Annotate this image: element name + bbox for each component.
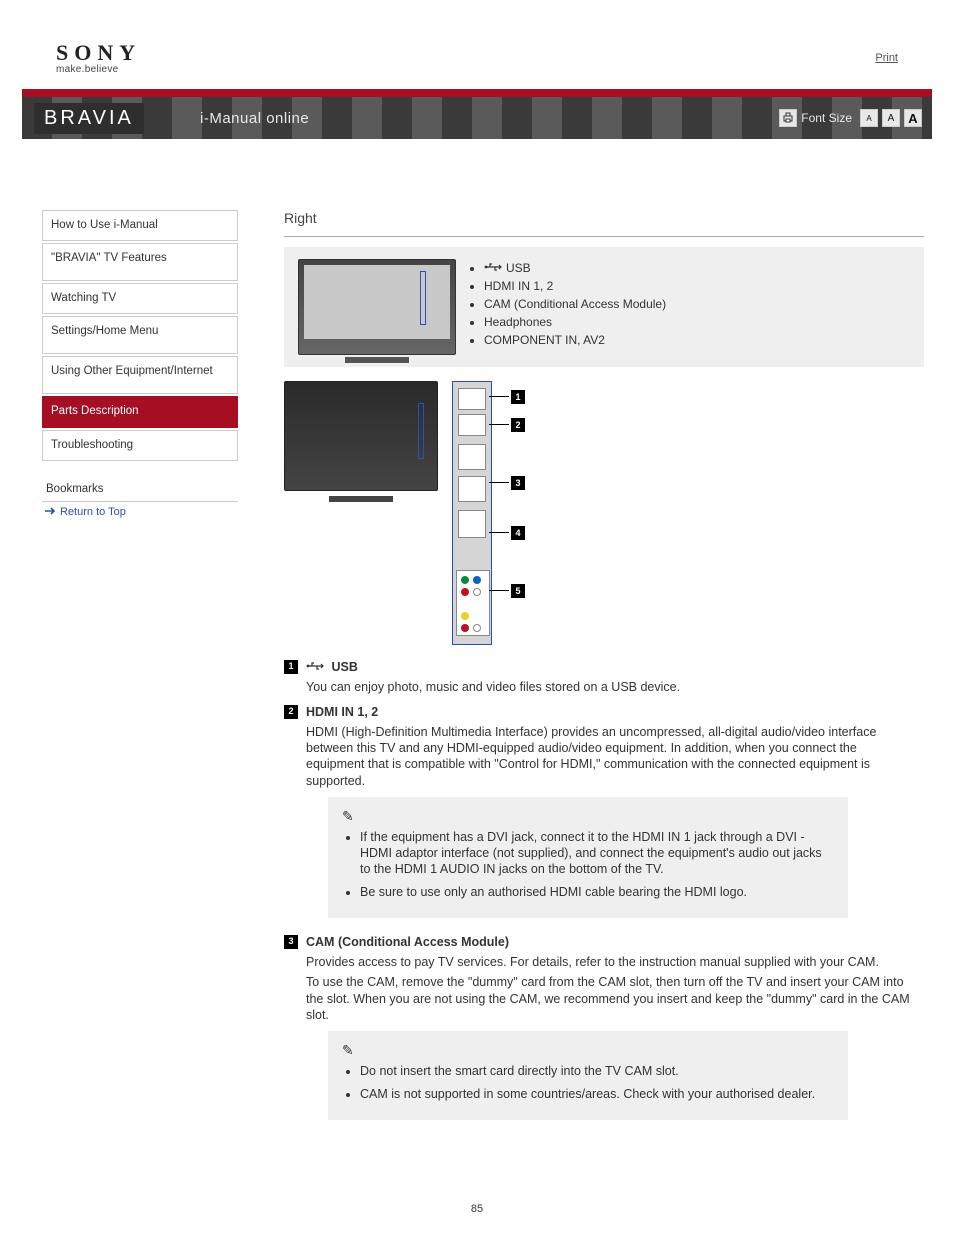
nav-troubleshooting[interactable]: Troubleshooting bbox=[42, 430, 238, 461]
print-icon[interactable] bbox=[779, 109, 797, 127]
note-item: CAM is not supported in some countries/a… bbox=[360, 1086, 834, 1102]
return-to-top-label: Return to Top bbox=[60, 506, 126, 518]
port-marker-1: 1 bbox=[511, 390, 525, 404]
side-port-strip: 1 2 3 4 5 bbox=[452, 381, 492, 645]
note-item: Be sure to use only an authorised HDMI c… bbox=[360, 884, 834, 900]
sidebar-nav: How to Use i-Manual "BRAVIA" TV Features… bbox=[42, 210, 238, 522]
note-box-cam: ✎ Do not insert the smart card directly … bbox=[328, 1031, 848, 1120]
page-number: 85 bbox=[471, 1203, 483, 1215]
def-number-3: 3 bbox=[284, 935, 298, 949]
def-text-cam-2: To use the CAM, remove the "dummy" card … bbox=[306, 974, 916, 1023]
port-marker-5: 5 bbox=[511, 584, 525, 598]
port-list-item: Headphones bbox=[484, 313, 666, 331]
def-label-usb: USB bbox=[331, 660, 357, 674]
def-text-usb: You can enjoy photo, music and video fil… bbox=[306, 679, 916, 695]
port-marker-2: 2 bbox=[511, 418, 525, 432]
def-label-hdmi: HDMI IN 1, 2 bbox=[306, 705, 378, 719]
heading-divider bbox=[284, 236, 924, 237]
def-text-hdmi: HDMI (High-Definition Multimedia Interfa… bbox=[306, 724, 916, 789]
font-size-medium[interactable]: A bbox=[882, 109, 900, 127]
title-bar: BRAVIA i-Manual online Font Size A A A bbox=[22, 89, 932, 139]
arrow-right-icon bbox=[44, 506, 60, 518]
def-number-1: 1 bbox=[284, 660, 298, 674]
definition-cam: 3 CAM (Conditional Access Module) Provid… bbox=[284, 934, 924, 1128]
port-overview-list: USB HDMI IN 1, 2 CAM (Conditional Access… bbox=[484, 259, 666, 349]
note-item: If the equipment has a DVI jack, connect… bbox=[360, 829, 834, 878]
tv-front-illustration bbox=[298, 259, 456, 355]
def-number-2: 2 bbox=[284, 705, 298, 719]
rear-panel-block: 1 2 3 4 5 bbox=[284, 381, 924, 645]
nav-settings-home[interactable]: Settings/Home Menu bbox=[42, 316, 238, 354]
guide-title: i-Manual online bbox=[200, 110, 309, 127]
nav-parts-description[interactable]: Parts Description bbox=[42, 396, 238, 427]
usb-icon bbox=[484, 259, 502, 277]
def-label-cam: CAM (Conditional Access Module) bbox=[306, 935, 509, 949]
bookmarks-heading: Bookmarks bbox=[42, 477, 238, 502]
usb-icon bbox=[306, 659, 324, 675]
port-list-item: HDMI IN 1, 2 bbox=[484, 277, 666, 295]
font-size-label: Font Size bbox=[801, 111, 852, 125]
bravia-logo: BRAVIA bbox=[34, 103, 144, 134]
nav-watching-tv[interactable]: Watching TV bbox=[42, 283, 238, 314]
note-icon: ✎ bbox=[342, 807, 834, 825]
note-icon: ✎ bbox=[342, 1041, 834, 1059]
note-item: Do not insert the smart card directly in… bbox=[360, 1063, 834, 1079]
nav-bravia-features[interactable]: "BRAVIA" TV Features bbox=[42, 243, 238, 281]
font-size-small[interactable]: A bbox=[860, 109, 878, 127]
port-list-item: CAM (Conditional Access Module) bbox=[484, 295, 666, 313]
port-list-item: COMPONENT IN, AV2 bbox=[484, 331, 666, 349]
definition-hdmi: 2 HDMI IN 1, 2 HDMI (High-Definition Mul… bbox=[284, 704, 924, 926]
port-list-item: USB bbox=[484, 259, 666, 277]
port-marker-3: 3 bbox=[511, 476, 525, 490]
page-title: Right bbox=[284, 210, 924, 226]
note-box-hdmi: ✎ If the equipment has a DVI jack, conne… bbox=[328, 797, 848, 918]
sony-logo: SONY bbox=[56, 40, 141, 66]
nav-how-to-use[interactable]: How to Use i-Manual bbox=[42, 210, 238, 241]
definition-usb: 1 USB You can enjoy photo, music and vid… bbox=[284, 659, 924, 696]
def-text-cam-1: Provides access to pay TV services. For … bbox=[306, 954, 916, 970]
nav-other-equipment[interactable]: Using Other Equipment/Internet bbox=[42, 356, 238, 394]
front-panel-block: USB HDMI IN 1, 2 CAM (Conditional Access… bbox=[284, 247, 924, 367]
tv-rear-illustration bbox=[284, 381, 438, 493]
print-link[interactable]: Print bbox=[875, 52, 898, 64]
port-marker-4: 4 bbox=[511, 526, 525, 540]
sony-brand-block: SONY make.believe bbox=[56, 40, 141, 75]
return-to-top-link[interactable]: Return to Top bbox=[42, 502, 238, 522]
font-size-large[interactable]: A bbox=[904, 109, 922, 127]
